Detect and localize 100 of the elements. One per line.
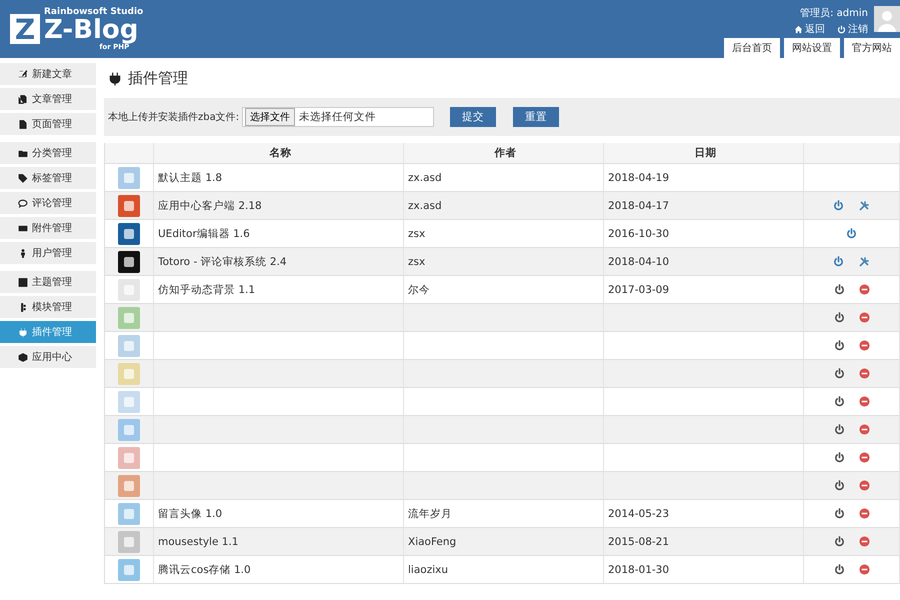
delete-icon[interactable] [858,564,870,575]
table-cell: XiaoFeng [404,528,604,556]
delete-icon[interactable] [858,480,870,491]
logo-mark: Z [10,14,40,44]
power-icon[interactable] [833,200,844,211]
power-icon[interactable] [834,340,844,351]
power-icon[interactable] [834,452,844,463]
sidebar-label: 页面管理 [32,118,72,131]
table-cell: 尔今 [404,276,604,304]
sidebar-item[interactable]: 评论管理 [0,192,96,214]
sidebar-label: 标签管理 [32,172,72,185]
sidebar-item[interactable]: 主题管理 [0,271,96,293]
power-icon[interactable] [846,228,857,239]
power-icon[interactable] [834,284,844,295]
sidebar-item[interactable]: 文章管理 [0,88,96,110]
table-cell: mousestyle 1.1 [154,528,404,556]
delete-icon[interactable] [858,340,870,351]
home-icon [794,24,803,34]
page-title: 插件管理 [128,68,188,88]
table-cell: zx.asd [404,192,604,220]
comment-icon [18,198,28,208]
tools-icon[interactable] [858,256,870,268]
box-icon [18,352,28,362]
sidebar-item[interactable]: 附件管理 [0,217,96,239]
table-cell: 2017-03-09 [604,276,804,304]
power-icon[interactable] [834,564,844,575]
power-icon[interactable] [834,480,844,491]
sidebar-label: 插件管理 [32,326,72,339]
plug-icon [108,70,122,86]
nav-tab[interactable]: 后台首页 [724,38,780,58]
file-input[interactable]: 选择文件 未选择任何文件 [242,107,434,127]
sidebar-label: 用户管理 [32,246,72,260]
folder-icon [18,148,28,158]
studio-name: Rainbowsoft Studio [44,7,144,17]
delete-icon[interactable] [858,424,870,435]
table-cell: 仿知乎动态背景 1.1 [154,276,404,304]
user-icon [18,248,28,258]
sidebar-label: 模块管理 [32,300,72,314]
table-cell: 腾讯云cos存储 1.0 [154,556,404,584]
power-icon[interactable] [834,396,844,407]
table-cell: Totoro - 评论审核系统 2.4 [154,248,404,276]
docs-icon [18,94,28,104]
table-cell: liaozixu [404,556,604,584]
table-cell: 2018-04-10 [604,248,804,276]
sidebar-label: 主题管理 [32,276,72,289]
delete-icon[interactable] [858,284,870,295]
sidebar-item[interactable]: 页面管理 [0,113,96,135]
table-cell: 2018-04-19 [604,164,804,192]
product-name: Z-Blog [44,17,140,43]
table-cell: 默认主题 1.8 [154,164,404,192]
delete-icon[interactable] [858,536,870,547]
nav-tab[interactable]: 官方网站 [844,38,900,58]
table-cell: zx.asd [404,164,604,192]
edit-icon [18,68,28,80]
file-status: 未选择任何文件 [299,110,376,124]
table-cell: zsx [404,220,604,248]
tag-icon [18,172,28,184]
logout-link[interactable]: 注销 [837,22,868,36]
table-cell: 2016-10-30 [604,220,804,248]
table-cell: 2015-08-21 [604,528,804,556]
table-cell: 2018-01-30 [604,556,804,584]
choose-file-button[interactable]: 选择文件 [245,108,296,126]
table-cell: 流年岁月 [404,500,604,528]
delete-icon[interactable] [858,312,870,323]
table-cell: 留言头像 1.0 [154,500,404,528]
sidebar-item[interactable]: 新建文章 [0,63,96,85]
sidebar-label: 分类管理 [32,146,72,160]
submit-button[interactable]: 提交 [450,107,496,127]
user-label: 管理员: admin [800,7,868,20]
upload-label: 本地上传并安装插件zba文件: [108,110,240,124]
sidebar-item[interactable]: 模块管理 [0,296,96,318]
table-cell: UEditor编辑器 1.6 [154,220,404,248]
power-icon[interactable] [834,312,844,323]
sidebar-label: 附件管理 [32,222,72,235]
power-icon[interactable] [834,508,844,519]
sidebar-item[interactable]: 应用中心 [0,346,96,368]
table-cell: 2018-04-17 [604,192,804,220]
tools-icon[interactable] [858,200,870,212]
nav-tab[interactable]: 网站设置 [784,38,840,58]
page-icon [18,118,28,130]
power-icon [837,24,846,34]
column-header: 作者 [404,143,604,164]
power-icon[interactable] [834,424,844,435]
reset-button[interactable]: 重置 [513,107,560,127]
delete-icon[interactable] [858,508,870,519]
delete-icon[interactable] [858,368,870,379]
table-cell: zsx [404,248,604,276]
sidebar-item[interactable]: 用户管理 [0,242,96,264]
power-icon[interactable] [833,256,844,267]
back-link[interactable]: 返回 [794,22,825,36]
table-cell: 应用中心客户端 2.18 [154,192,404,220]
delete-icon[interactable] [858,452,870,463]
delete-icon[interactable] [858,396,870,407]
sidebar-label: 新建文章 [32,68,72,81]
power-icon[interactable] [834,368,844,379]
sidebar-label: 文章管理 [32,92,72,106]
sidebar-item[interactable]: 分类管理 [0,142,96,164]
power-icon[interactable] [834,536,844,547]
sidebar-label: 应用中心 [32,350,72,364]
sidebar-item[interactable]: 标签管理 [0,167,96,189]
